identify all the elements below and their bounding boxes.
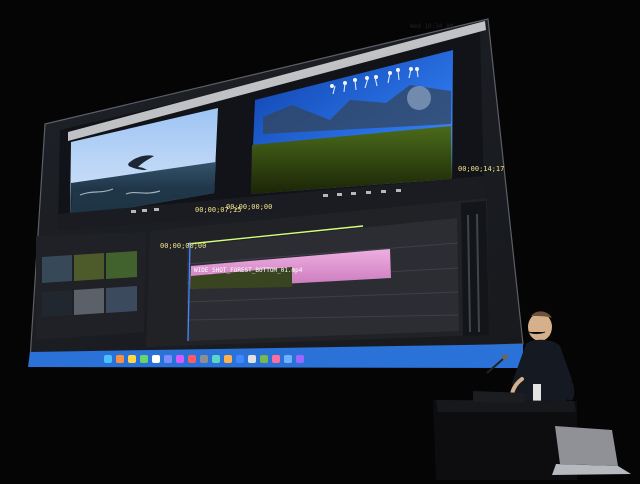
project-panel: [36, 232, 146, 340]
program-timecode-right: 00;00;14;17: [458, 165, 505, 173]
sun-flare: [407, 86, 431, 110]
clip-label: WIDE_SHOT_FOREST_BOTTOM_01.mp4: [194, 267, 303, 274]
menubar-clock: Wed 10:34 AM: [410, 23, 454, 30]
projected-editing-screen: [28, 18, 631, 480]
presentation-scene: 00;00;07;15 00;00;00;00 00;00;14;17 00;0…: [0, 0, 640, 480]
dock-icons: [104, 355, 304, 363]
program-timecode-left: 00;00;00;00: [226, 203, 273, 211]
audio-meter-panel: [461, 201, 489, 336]
timeline-timecode: 00;00;00;00: [160, 242, 207, 250]
